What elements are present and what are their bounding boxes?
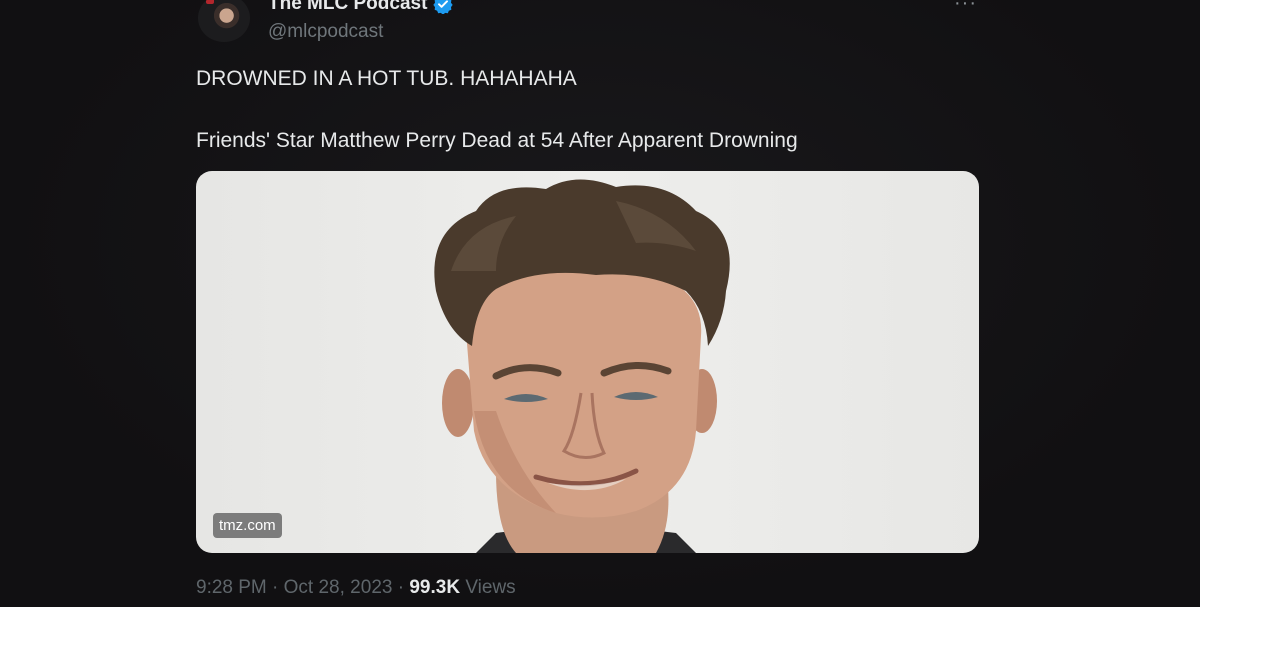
portrait-photo (434, 179, 730, 553)
tweet-text-line-1: DROWNED IN A HOT TUB. HAHAHAHA (196, 67, 577, 90)
avatar[interactable] (198, 0, 250, 42)
tweet-date[interactable]: Oct 28, 2023 (284, 577, 393, 598)
tweet-time[interactable]: 9:28 PM (196, 577, 267, 598)
avatar-badge (206, 0, 214, 4)
views-count: 99.3K (409, 577, 461, 598)
meta-separator: · (266, 577, 284, 598)
more-options-icon[interactable]: ··· (954, 0, 977, 15)
tweet-media-image[interactable]: tmz.com (196, 171, 979, 553)
views-label: Views (465, 577, 516, 598)
tweet-meta: 9:28 PM · Oct 28, 2023 · 99.3K Views (196, 575, 516, 601)
meta-separator: · (392, 577, 410, 598)
author-handle[interactable]: @mlcpodcast (268, 20, 383, 44)
author-name-row[interactable]: The MLC Podcast (268, 0, 454, 16)
video-frame: The MLC Podcast @mlcpodcast ··· DROWNED … (0, 0, 1200, 607)
media-source-badge: tmz.com (213, 513, 282, 538)
tweet-text-line-2: Friends' Star Matthew Perry Dead at 54 A… (196, 129, 798, 152)
verified-badge-icon (433, 0, 454, 15)
author-display-name[interactable]: The MLC Podcast (268, 0, 427, 16)
